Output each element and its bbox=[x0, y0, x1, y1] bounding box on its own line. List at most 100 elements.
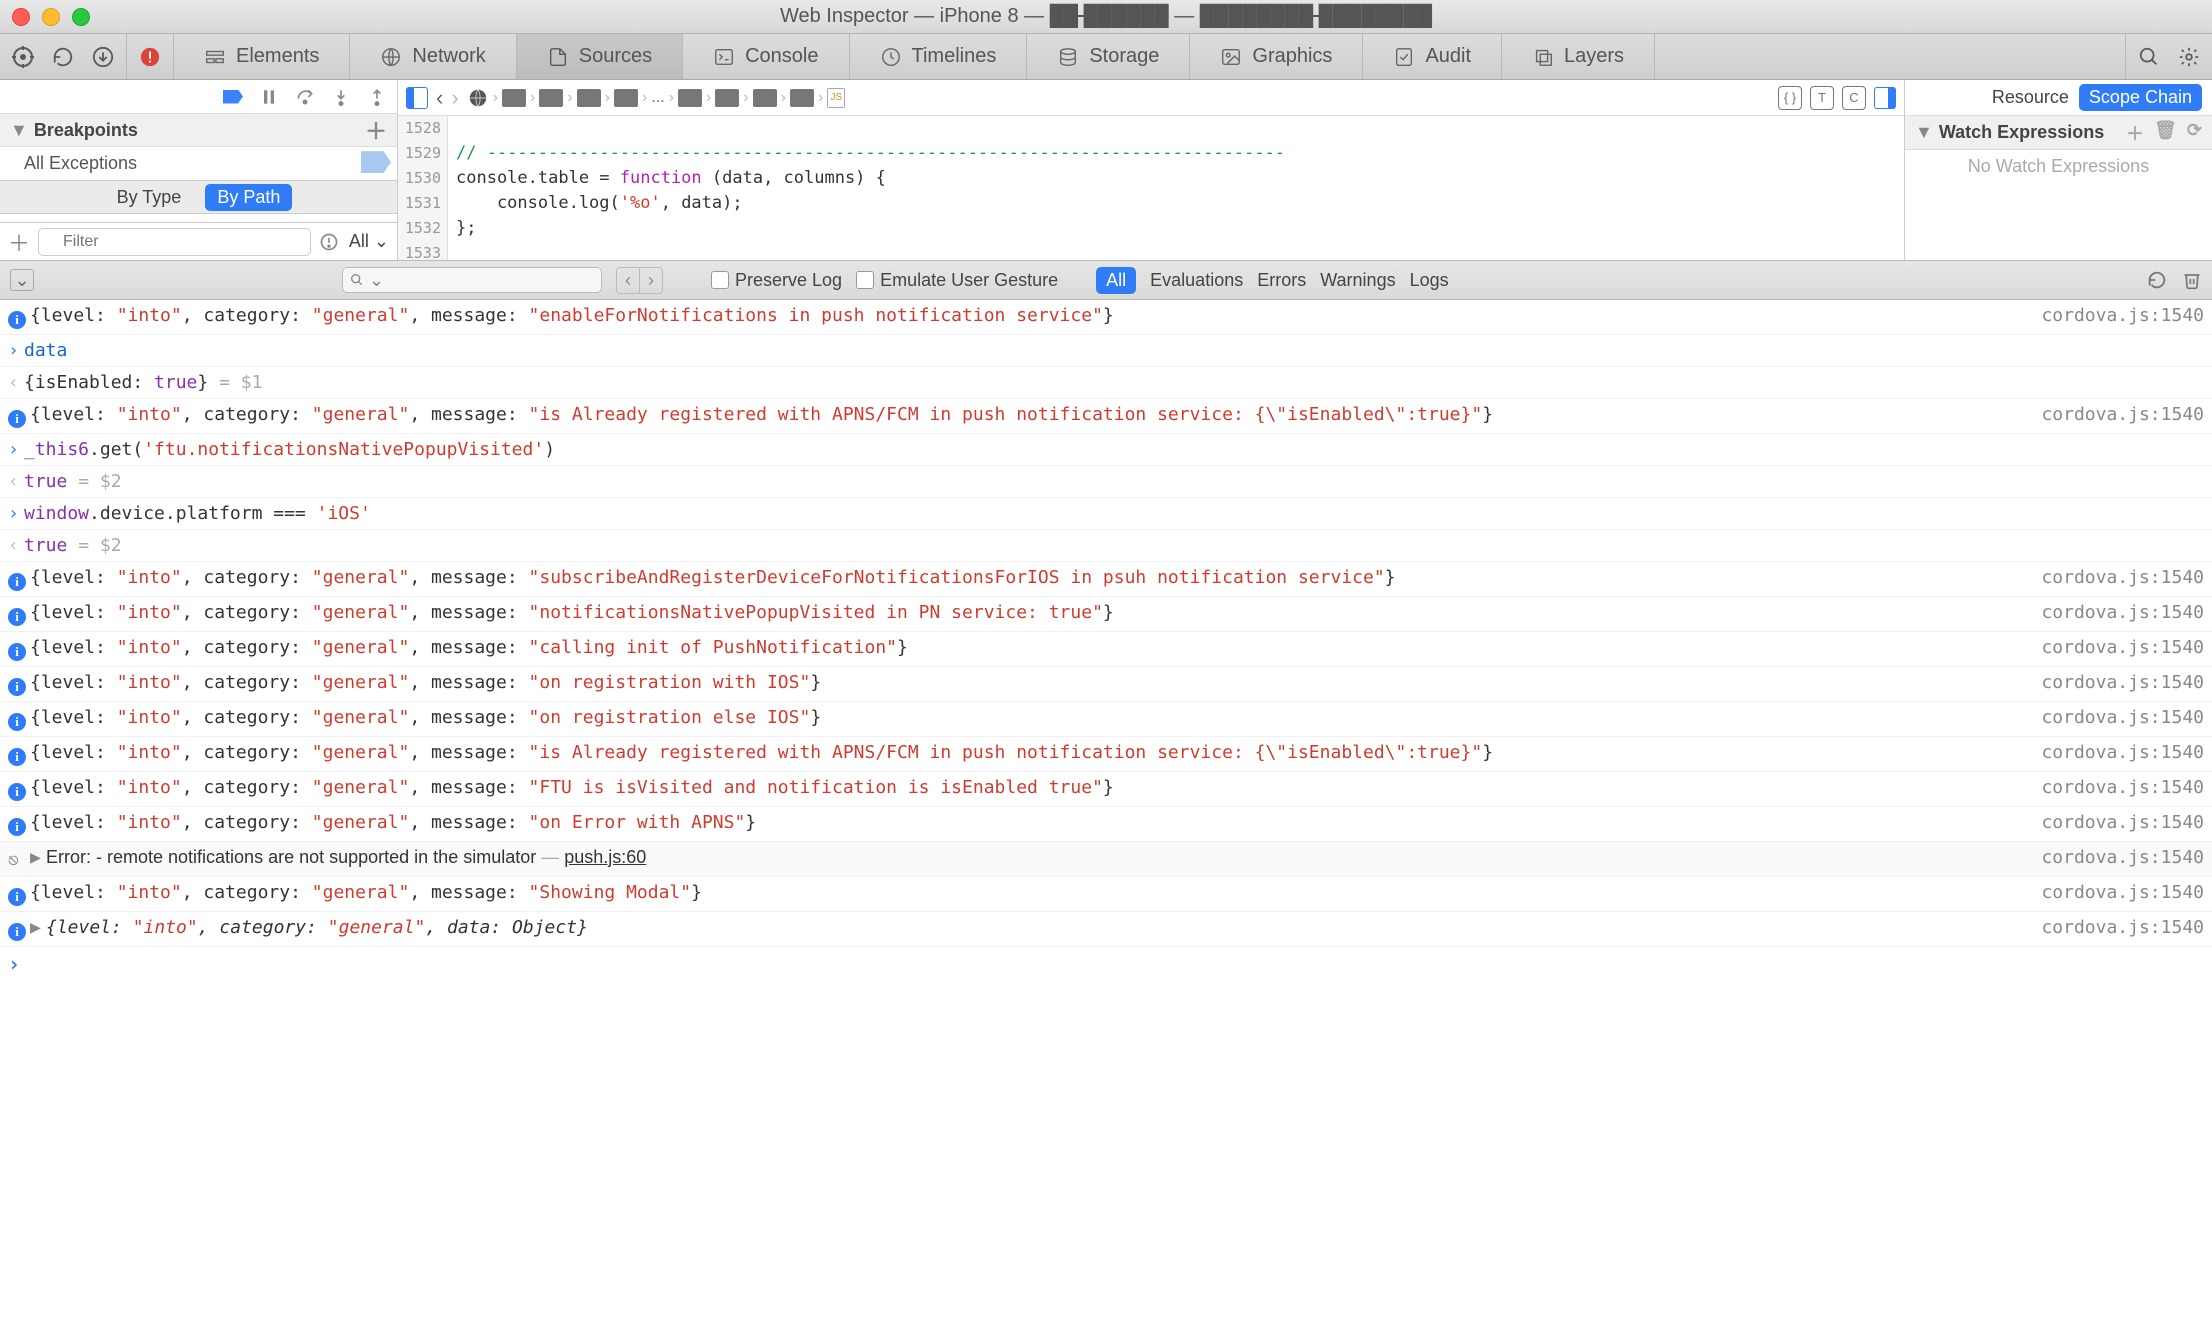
source-link[interactable]: cordova.js:1540 bbox=[2041, 634, 2204, 661]
filter-all-select[interactable]: All ⌄ bbox=[349, 231, 389, 252]
console-log-row[interactable]: i{level: "into", category: "general", me… bbox=[0, 737, 2212, 772]
source-link[interactable]: cordova.js:1540 bbox=[2041, 914, 2204, 941]
step-out-icon[interactable] bbox=[367, 87, 387, 107]
scope-by-type[interactable]: By Type bbox=[105, 184, 194, 211]
console-output[interactable]: i{level: "into", category: "general", me… bbox=[0, 300, 2212, 983]
toggle-details-icon[interactable] bbox=[1874, 87, 1896, 109]
console-filter-warnings[interactable]: Warnings bbox=[1320, 270, 1395, 291]
console-log-row[interactable]: i{level: "into", category: "general", me… bbox=[0, 702, 2212, 737]
add-resource-icon[interactable]: ＋ bbox=[8, 226, 30, 258]
source-link[interactable]: cordova.js:1540 bbox=[2041, 669, 2204, 696]
resource-tree[interactable]: ▶assets ▶images bbox=[0, 214, 397, 222]
clear-watch-icon[interactable]: 🗑 bbox=[2154, 120, 2177, 146]
source-link[interactable]: cordova.js:1540 bbox=[2041, 704, 2204, 731]
error-badge-icon[interactable] bbox=[137, 44, 163, 70]
source-link[interactable]: cordova.js:1540 bbox=[2041, 599, 2204, 626]
inspect-element-icon[interactable] bbox=[10, 44, 36, 70]
source-link[interactable]: cordova.js:1540 bbox=[2041, 739, 2204, 766]
info-icon: i bbox=[8, 923, 26, 941]
step-over-icon[interactable] bbox=[295, 87, 315, 107]
console-filter-all[interactable]: All bbox=[1096, 267, 1136, 294]
source-link[interactable]: cordova.js:1540 bbox=[2041, 809, 2204, 836]
breakpoints-section-header[interactable]: ▼ Breakpoints ＋ bbox=[0, 114, 397, 147]
code-coverage-icon[interactable]: C bbox=[1842, 86, 1866, 110]
preserve-log-checkbox[interactable]: Preserve Log bbox=[711, 270, 842, 291]
source-link[interactable]: cordova.js:1540 bbox=[2041, 879, 2204, 906]
console-output-row[interactable]: ‹true = $2 bbox=[0, 530, 2212, 562]
toggle-navigator-icon[interactable] bbox=[406, 87, 428, 109]
console-input-row[interactable]: ›window.device.platform === 'iOS' bbox=[0, 498, 2212, 530]
search-prev-icon[interactable]: ‹ bbox=[617, 268, 640, 293]
tab-network[interactable]: Network bbox=[350, 34, 516, 79]
clear-console-icon[interactable] bbox=[2182, 270, 2202, 290]
gc-icon[interactable] bbox=[2146, 269, 2168, 291]
console-filter-logs[interactable]: Logs bbox=[1410, 270, 1449, 291]
minimize-window-button[interactable] bbox=[42, 8, 60, 26]
disclosure-triangle-icon[interactable]: ▶ bbox=[30, 914, 46, 941]
console-output-row[interactable]: ‹{isEnabled: true} = $1 bbox=[0, 367, 2212, 399]
breakpoint-all-exceptions[interactable]: All Exceptions bbox=[0, 147, 397, 180]
console-log-row[interactable]: i{level: "into", category: "general", me… bbox=[0, 562, 2212, 597]
source-link[interactable]: cordova.js:1540 bbox=[2041, 844, 2204, 871]
pause-icon[interactable] bbox=[259, 87, 279, 107]
resource-tab[interactable]: Resource bbox=[1992, 87, 2069, 108]
console-input-row[interactable]: ›_this6.get('ftu.notificationsNativePopu… bbox=[0, 434, 2212, 466]
filter-input[interactable] bbox=[38, 228, 311, 256]
emulate-gesture-checkbox[interactable]: Emulate User Gesture bbox=[856, 270, 1058, 291]
console-log-row[interactable]: i{level: "into", category: "general", me… bbox=[0, 772, 2212, 807]
tab-console[interactable]: Console bbox=[683, 34, 849, 79]
console-prompt[interactable]: › bbox=[0, 947, 2212, 983]
console-search[interactable]: ⌄ bbox=[342, 267, 602, 293]
code-editor[interactable]: 15281529153015311532153315341535 // ----… bbox=[398, 116, 1904, 260]
console-filter-evaluations[interactable]: Evaluations bbox=[1150, 270, 1243, 291]
nav-forward-icon[interactable]: › bbox=[451, 85, 458, 111]
tab-storage[interactable]: Storage bbox=[1027, 34, 1190, 79]
tab-graphics[interactable]: Graphics bbox=[1190, 34, 1363, 79]
tab-timelines[interactable]: Timelines bbox=[850, 34, 1028, 79]
console-log-row[interactable]: i{level: "into", category: "general", me… bbox=[0, 807, 2212, 842]
console-log-row[interactable]: i{level: "into", category: "general", me… bbox=[0, 597, 2212, 632]
console-log-row[interactable]: i{level: "into", category: "general", me… bbox=[0, 399, 2212, 434]
source-link[interactable]: cordova.js:1540 bbox=[2041, 774, 2204, 801]
console-log-row[interactable]: i{level: "into", category: "general", me… bbox=[0, 632, 2212, 667]
source-link[interactable]: push.js:60 bbox=[564, 847, 646, 867]
watch-expressions-header[interactable]: ▼ Watch Expressions ＋ 🗑 ⟳ bbox=[1905, 116, 2212, 150]
console-log-row[interactable]: i{level: "into", category: "general", me… bbox=[0, 877, 2212, 912]
pretty-print-icon[interactable]: { } bbox=[1778, 86, 1802, 110]
tab-elements[interactable]: Elements bbox=[174, 34, 350, 79]
refresh-watch-icon[interactable]: ⟳ bbox=[2187, 120, 2202, 146]
console-input-row[interactable]: ›data bbox=[0, 335, 2212, 367]
tab-layers[interactable]: Layers bbox=[1502, 34, 1655, 79]
add-breakpoint-icon[interactable]: ＋ bbox=[365, 114, 387, 146]
issues-filter-icon[interactable] bbox=[319, 232, 341, 252]
scope-by-path[interactable]: By Path bbox=[205, 184, 292, 211]
disclosure-triangle-icon[interactable]: ▶ bbox=[30, 844, 46, 871]
console-log-row[interactable]: i{level: "into", category: "general", me… bbox=[0, 667, 2212, 702]
source-link[interactable]: cordova.js:1540 bbox=[2041, 564, 2204, 591]
search-icon[interactable] bbox=[2136, 44, 2162, 70]
settings-gear-icon[interactable] bbox=[2176, 44, 2202, 70]
nav-back-icon[interactable]: ‹ bbox=[436, 85, 443, 111]
console-log-row[interactable]: i{level: "into", category: "general", me… bbox=[0, 300, 2212, 335]
reload-icon[interactable] bbox=[50, 44, 76, 70]
path-breadcrumb[interactable]: › › › › ›... › › › › ›JS bbox=[467, 87, 846, 109]
console-error-row[interactable]: ⎋▶Error: - remote notifications are not … bbox=[0, 842, 2212, 877]
source-link[interactable]: cordova.js:1540 bbox=[2041, 302, 2204, 329]
folder-icon bbox=[790, 89, 814, 107]
maximize-window-button[interactable] bbox=[72, 8, 90, 26]
tab-sources[interactable]: Sources bbox=[517, 34, 683, 79]
source-link[interactable]: cordova.js:1540 bbox=[2041, 401, 2204, 428]
step-into-icon[interactable] bbox=[331, 87, 351, 107]
console-toggle-icon[interactable]: ⌄ bbox=[10, 269, 34, 291]
search-next-icon[interactable]: › bbox=[640, 268, 662, 293]
type-annotations-icon[interactable]: T bbox=[1810, 86, 1834, 110]
scope-chain-tab[interactable]: Scope Chain bbox=[2079, 84, 2202, 111]
console-output-row[interactable]: ‹true = $2 bbox=[0, 466, 2212, 498]
console-filter-errors[interactable]: Errors bbox=[1257, 270, 1306, 291]
close-window-button[interactable] bbox=[12, 8, 30, 26]
tab-audit[interactable]: Audit bbox=[1363, 34, 1502, 79]
add-watch-icon[interactable]: ＋ bbox=[2126, 120, 2144, 146]
breakpoint-toggle-icon[interactable] bbox=[223, 90, 243, 104]
console-log-row[interactable]: i▶{level: "into", category: "general", d… bbox=[0, 912, 2212, 947]
download-icon[interactable] bbox=[90, 44, 116, 70]
